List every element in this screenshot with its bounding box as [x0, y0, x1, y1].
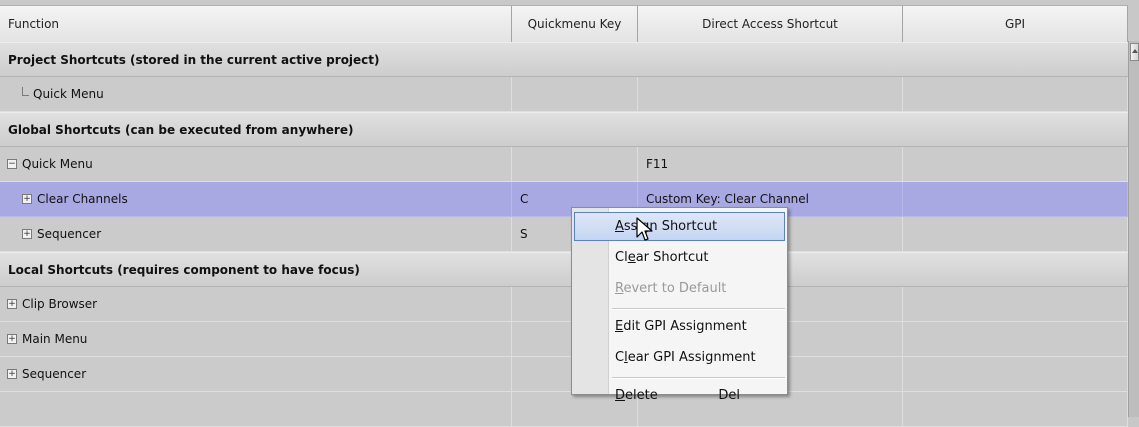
group-header-label: Project Shortcuts (stored in the current… [8, 52, 380, 67]
direct-shortcut-cell[interactable]: F11 [638, 147, 903, 181]
column-header-function[interactable]: Function [0, 6, 512, 42]
expand-icon[interactable]: + [7, 369, 17, 379]
context-menu: Assign Shortcut Clear Shortcut Revert to D… [571, 207, 788, 403]
group-header-row: Local Shortcuts (requires component to h… [0, 252, 1128, 287]
column-header-gpi[interactable]: GPI [903, 6, 1128, 42]
gpi-cell[interactable] [903, 217, 1128, 251]
menu-item-edit-gpi-assignment[interactable]: Edit GPI Assignment [574, 312, 785, 341]
table-header: Function Quickmenu Key Direct Access Sho… [0, 5, 1128, 43]
gpi-cell[interactable] [903, 287, 1128, 321]
menu-item-label: Clear Shortcut [615, 250, 709, 265]
group-header-row: Project Shortcuts (stored in the current… [0, 42, 1128, 77]
menu-item-revert-to-default: Revert to Default [574, 274, 785, 303]
table-row[interactable]: + Main Menu [0, 322, 1128, 357]
menu-item-label: Assign Shortcut [615, 219, 718, 234]
menu-item-clear-shortcut[interactable]: Clear Shortcut [574, 243, 785, 272]
mouse-pointer-icon [636, 217, 653, 241]
menu-separator [612, 308, 785, 310]
function-cell [0, 392, 512, 426]
column-header-direct-access-shortcut[interactable]: Direct Access Shortcut [638, 6, 903, 42]
function-cell: + Clip Browser [0, 287, 512, 321]
function-cell: Quick Menu [0, 77, 512, 111]
quickmenu-key-cell[interactable] [512, 77, 638, 111]
menu-separator [612, 377, 785, 379]
function-label: Main Menu [22, 332, 88, 346]
gpi-cell[interactable] [903, 147, 1128, 181]
shortcuts-table: Function Quickmenu Key Direct Access Sho… [0, 0, 1139, 427]
gpi-cell[interactable] [903, 77, 1128, 111]
gpi-cell[interactable] [903, 322, 1128, 356]
function-label: Sequencer [22, 367, 87, 381]
expand-icon[interactable]: + [7, 299, 17, 309]
column-header-quickmenu-key[interactable]: Quickmenu Key [512, 6, 638, 42]
table-row-selected[interactable]: + Clear Channels C Custom Key: Clear Channe… [0, 182, 1128, 217]
menu-item-delete[interactable]: Delete Del [574, 381, 785, 410]
function-label: Quick Menu [22, 157, 93, 171]
function-label: Sequencer [37, 227, 102, 241]
tree-branch-icon [22, 86, 29, 96]
function-cell: − Quick Menu [0, 147, 512, 181]
function-label: Quick Menu [33, 87, 104, 101]
menu-item-label: Edit GPI Assignment [615, 319, 747, 334]
table-row[interactable] [0, 392, 1128, 427]
collapse-icon[interactable]: − [7, 159, 17, 169]
function-cell: + Sequencer [0, 357, 512, 391]
group-header-row: Global Shortcuts (can be executed from a… [0, 112, 1128, 147]
function-cell: + Main Menu [0, 322, 512, 356]
group-header-label: Global Shortcuts (can be executed from a… [8, 122, 354, 137]
table-row[interactable]: + Sequencer S [0, 217, 1128, 252]
menu-item-clear-gpi-assignment[interactable]: Clear GPI Assignment [574, 343, 785, 372]
function-cell: + Clear Channels [0, 182, 512, 216]
table-row[interactable]: − Quick Menu F11 [0, 147, 1128, 182]
group-header-label: Local Shortcuts (requires component to h… [8, 262, 360, 277]
expand-icon[interactable]: + [7, 334, 17, 344]
gpi-cell[interactable] [903, 392, 1128, 426]
table-row[interactable]: Quick Menu [0, 77, 1128, 112]
function-label: Clear Channels [37, 192, 128, 206]
gpi-cell[interactable] [903, 357, 1128, 391]
menu-item-label: Clear GPI Assignment [615, 350, 756, 365]
expand-icon[interactable]: + [22, 194, 32, 204]
function-label: Clip Browser [22, 297, 98, 311]
vertical-scrollbar[interactable] [1128, 41, 1139, 417]
function-cell: + Sequencer [0, 217, 512, 251]
table-row[interactable]: + Clip Browser [0, 287, 1128, 322]
table-row[interactable]: + Sequencer [0, 357, 1128, 392]
direct-shortcut-cell[interactable] [638, 77, 903, 111]
menu-item-shortcut: Del [718, 388, 740, 403]
scroll-up-arrow-icon[interactable] [1130, 43, 1139, 61]
gpi-cell[interactable] [903, 182, 1128, 216]
expand-icon[interactable]: + [22, 229, 32, 239]
menu-item-assign-shortcut[interactable]: Assign Shortcut [574, 212, 785, 241]
quickmenu-key-cell[interactable] [512, 147, 638, 181]
menu-item-label: Delete [615, 388, 658, 403]
menu-item-label: Revert to Default [615, 281, 727, 296]
